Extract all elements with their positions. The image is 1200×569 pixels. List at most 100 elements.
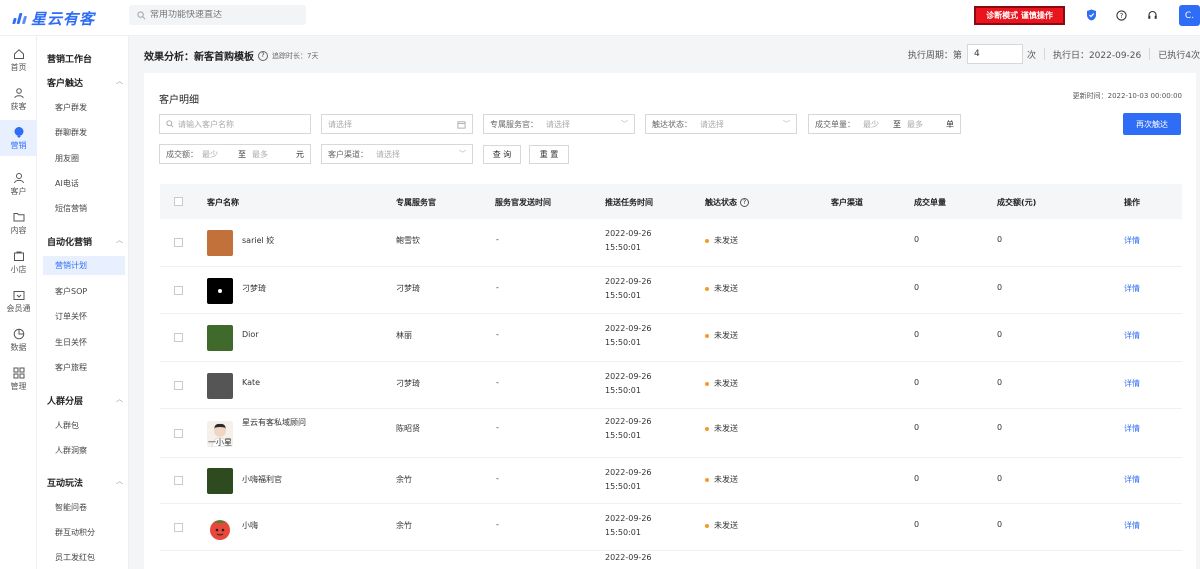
order-amount: 0 [997,378,1003,387]
search-icon [166,120,174,128]
table-row: 小嗨 余竹 - 2022-09-26 15:50:01 未发送 0 0 详情 [160,504,1182,551]
rail-item-home[interactable]: 首页 [0,42,37,78]
order-count: 0 [914,235,920,244]
diagnose-mode-button[interactable]: 诊断模式 谨慎操作 [974,6,1065,25]
rail-item-marketing[interactable]: 营销 [0,120,37,156]
subnav-item[interactable]: 群聊群发 [55,127,87,138]
detail-link[interactable]: 详情 [1124,474,1140,485]
row-checkbox[interactable] [174,238,183,247]
customer-name: 小嗨福利官 [242,475,282,484]
query-button[interactable]: 查 询 [483,145,521,164]
col-header: 客户渠道 [831,198,863,207]
member-icon [13,290,24,300]
reset-button[interactable]: 重 置 [529,145,569,164]
detail-link[interactable]: 详情 [1124,520,1140,531]
help-icon[interactable]: ? [1115,9,1127,21]
detail-link[interactable]: 详情 [1124,330,1140,341]
subnav-item[interactable]: 客户SOP [55,286,87,297]
subnav-item[interactable]: 客户群发 [55,102,87,113]
help-icon[interactable]: ? [740,198,749,207]
headset-icon[interactable] [1146,9,1158,21]
channel-select[interactable]: 客户渠道： 请选择 ﹀ [321,144,473,164]
subnav-group-automation[interactable]: 自动化营销 ︿ [47,235,123,248]
rail-item-member[interactable]: 会员通 [0,283,37,319]
order-count: 0 [914,330,920,339]
subnav-item[interactable]: 员工发红包 [55,552,95,563]
subnav-group-segment[interactable]: 人群分层 ︿ [47,394,123,407]
home-icon [13,48,24,59]
updated-time: 更新时间：2022-10-03 00:00:00 [1072,92,1182,100]
search-input[interactable] [150,10,300,20]
order-count: 0 [914,520,920,529]
subnav-group-reach[interactable]: 客户触达 ︿ [47,76,123,89]
global-search[interactable] [129,5,306,25]
table-row: Kate 刁梦琦 - 2022-09-26 15:50:01 未发送 0 0 详情 [160,362,1182,409]
chart-icon [13,328,24,339]
order-count-range[interactable]: 成交单量： 最少 至 最多 单 [808,114,961,134]
row-checkbox[interactable] [174,522,183,532]
status-select[interactable]: 触达状态： 请选择 ﹀ [645,114,797,134]
subnav-group-interactive[interactable]: 互动玩法 ︿ [47,476,123,489]
subnav-item[interactable]: 人群洞察 [55,445,87,456]
staff-name: 林丽 [396,331,412,340]
subnav-item[interactable]: 生日关怀 [55,337,87,348]
customer-name-input[interactable]: 请输入客户名称 [159,114,311,134]
subnav-item[interactable]: 短信营销 [55,203,87,214]
push-date: 2022-09-26 [605,277,652,286]
user-avatar[interactable]: C. [1179,5,1200,26]
rail-item-shop[interactable]: 小店 [0,244,37,280]
subnav-item[interactable]: 客户旅程 [55,362,87,373]
staff-select[interactable]: 专属服务官： 请选择 ﹀ [483,114,635,134]
order-amount: 0 [997,474,1003,483]
subnav-item[interactable]: 人群包 [55,420,79,431]
subnav-item[interactable]: 朋友圈 [55,153,79,164]
cycle-prefix: 第 [952,50,962,61]
rail-item-content[interactable]: 内容 [0,205,37,241]
push-date: 2022-09-26 [605,372,652,381]
row-checkbox[interactable] [174,476,183,485]
rail-label: 获客 [10,101,27,111]
date-select[interactable]: 请选择 [321,114,473,134]
subnav-item[interactable]: 智能问卷 [55,502,87,513]
status-dot-icon [705,286,709,291]
rail-item-customer[interactable]: 客户 [0,166,37,202]
subnav-item[interactable]: AI电话 [55,178,79,189]
subnav-item-active[interactable]: 营销计划 [43,256,125,275]
customer-icon [13,172,24,183]
col-header: 专属服务官 [396,198,436,207]
rail-item-manage[interactable]: 管理 [0,361,37,397]
detail-link[interactable]: 详情 [1124,235,1140,246]
row-checkbox[interactable] [174,380,183,390]
executed-count: 已执行4次 [1158,50,1200,61]
detail-link[interactable]: 详情 [1124,423,1140,434]
cycle-input[interactable]: 4 [966,44,1023,64]
shield-icon[interactable] [1085,9,1097,21]
cycle-label: 执行周期： [907,50,953,61]
chevron-up-icon: ︿ [116,477,123,485]
staff-name: 余竹 [396,475,412,484]
chevron-down-icon: ﹀ [459,150,466,158]
customer-avatar [207,372,233,399]
subnav-item[interactable]: 订单关怀 [55,311,87,322]
logo[interactable]: 星云有客 [12,8,95,28]
marketing-icon [14,126,23,138]
order-count: 0 [914,474,920,483]
rail-item-acquire[interactable]: 获客 [0,81,37,117]
subnav-item[interactable]: 群互动积分 [55,527,95,538]
amount-range[interactable]: 成交额： 最少 至 最多 元 [159,144,311,164]
row-checkbox[interactable] [174,333,183,342]
select-all-checkbox[interactable] [174,197,183,206]
subnav-workbench[interactable]: 营销工作台 [47,52,92,65]
chevron-up-icon: ︿ [116,77,123,85]
row-checkbox[interactable] [174,428,183,438]
reach-status: 未发送 [705,423,738,434]
help-icon[interactable]: ? [258,50,268,61]
row-checkbox[interactable] [174,285,183,295]
retouch-button[interactable]: 再次触达 [1123,113,1181,135]
reach-status: 未发送 [705,520,738,531]
col-header: 操作 [1124,198,1140,207]
rail-item-data[interactable]: 数据 [0,322,37,358]
detail-link[interactable]: 详情 [1124,378,1140,389]
push-date: 2022-09-26 [605,417,652,426]
detail-link[interactable]: 详情 [1124,283,1140,294]
